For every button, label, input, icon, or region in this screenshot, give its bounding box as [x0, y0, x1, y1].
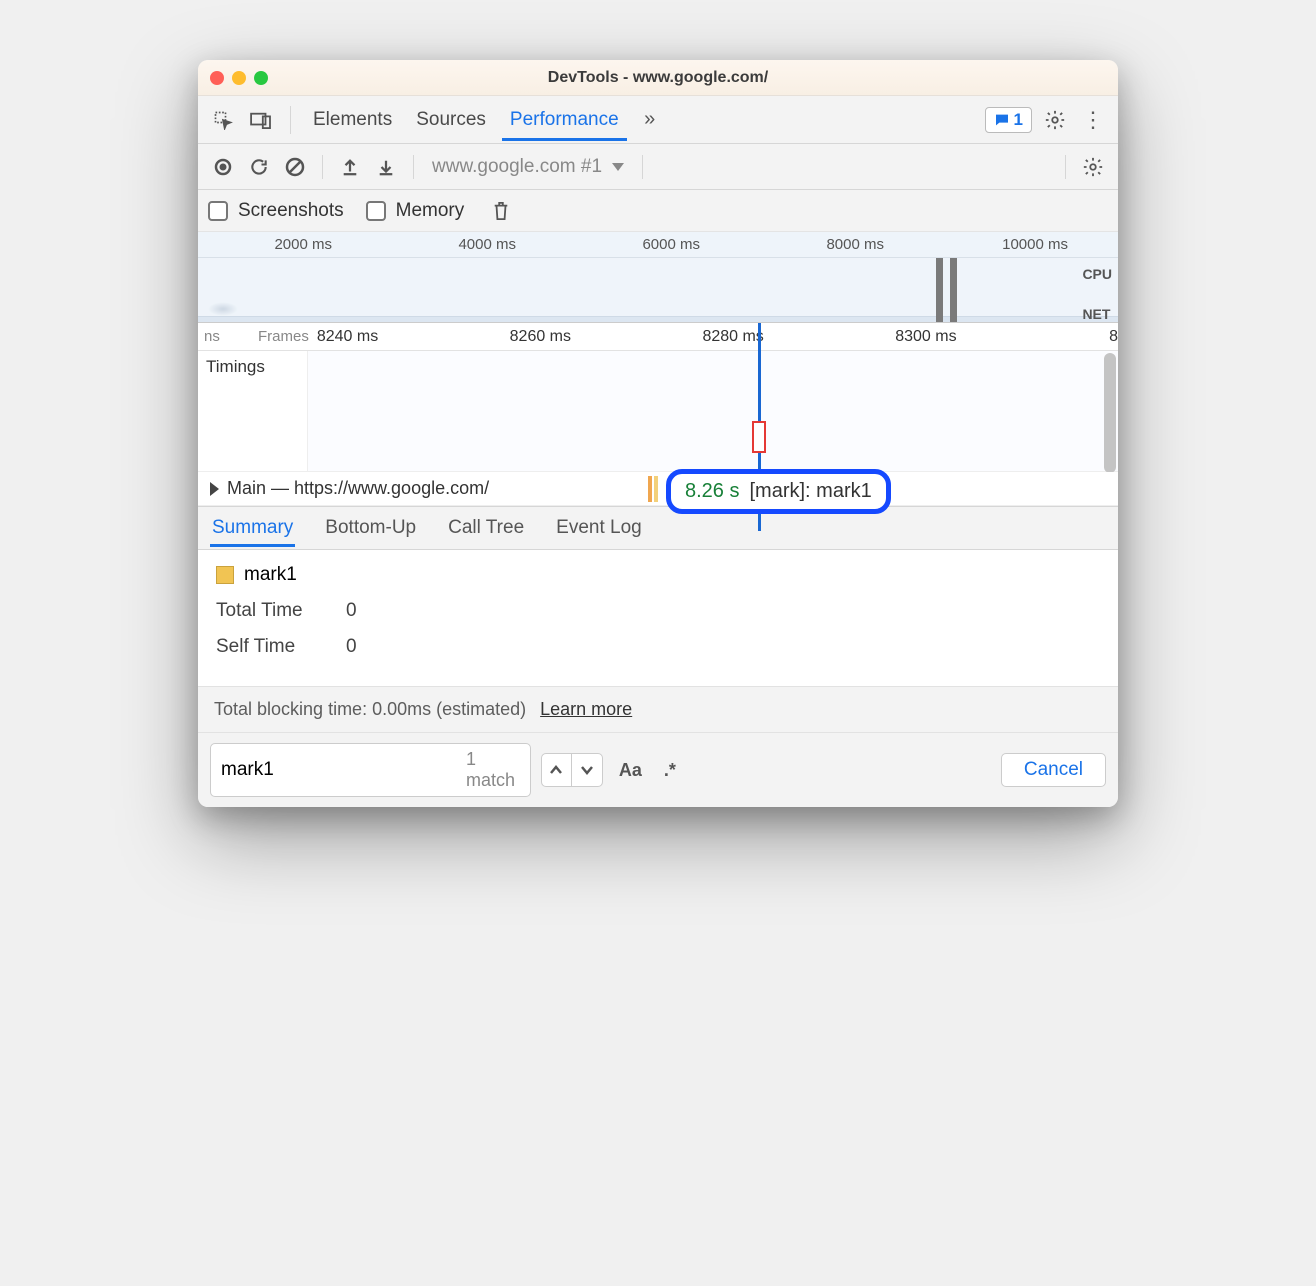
window-title: DevTools - www.google.com/	[198, 69, 1118, 87]
search-next-button[interactable]	[572, 754, 602, 786]
flame-chart[interactable]: Timings Main — https://www.google.com/ 8…	[198, 351, 1118, 506]
inspect-element-icon[interactable]	[208, 105, 238, 135]
tab-elements[interactable]: Elements	[305, 99, 400, 141]
search-field-wrapper: 1 match	[210, 743, 531, 797]
devtools-window: DevTools - www.google.com/ Elements Sour…	[198, 60, 1118, 807]
search-nav	[541, 753, 603, 787]
capture-options: Screenshots Memory	[198, 190, 1118, 232]
overview-net-label: NET	[1082, 306, 1112, 322]
reload-record-button[interactable]	[244, 152, 274, 182]
match-case-toggle[interactable]: Aa	[613, 756, 648, 785]
messages-count: 1	[1014, 110, 1023, 130]
event-color-swatch	[216, 566, 234, 584]
more-tabs-icon[interactable]: »	[635, 105, 665, 135]
tooltip-text: [mark]: mark1	[749, 480, 871, 503]
search-cancel-button[interactable]: Cancel	[1001, 753, 1106, 787]
learn-more-link[interactable]: Learn more	[540, 699, 632, 720]
kebab-menu-icon[interactable]: ⋮	[1078, 105, 1108, 135]
self-time-value: 0	[346, 636, 357, 658]
frames-label: Frames	[258, 328, 317, 345]
total-time-label: Total Time	[216, 600, 326, 622]
tab-call-tree[interactable]: Call Tree	[446, 509, 526, 547]
overview-cpu-label: CPU	[1082, 266, 1112, 282]
mark-tooltip: 8.26 s [mark]: mark1	[666, 469, 891, 514]
recording-select[interactable]: www.google.com #1	[426, 156, 630, 178]
recording-select-label: www.google.com #1	[432, 156, 602, 178]
device-toolbar-icon[interactable]	[246, 105, 276, 135]
search-input[interactable]	[221, 759, 466, 781]
blocking-text: Total blocking time: 0.00ms (estimated)	[214, 699, 526, 720]
details-tabs: Summary Bottom-Up Call Tree Event Log	[198, 506, 1118, 550]
chevron-down-icon	[612, 163, 624, 171]
expand-caret-icon[interactable]	[210, 482, 219, 496]
screenshots-checkbox[interactable]	[208, 201, 228, 221]
overview-ruler: 2000 ms 4000 ms 6000 ms 8000 ms 10000 ms	[198, 232, 1118, 258]
detail-ruler-left: ns	[198, 328, 258, 345]
record-button[interactable]	[208, 152, 238, 182]
total-time-value: 0	[346, 600, 357, 622]
settings-icon[interactable]	[1040, 105, 1070, 135]
garbage-collect-icon[interactable]	[486, 196, 516, 226]
titlebar: DevTools - www.google.com/	[198, 60, 1118, 96]
tab-event-log[interactable]: Event Log	[554, 509, 644, 547]
timings-track-label[interactable]: Timings	[198, 351, 308, 471]
match-count: 1 match	[466, 749, 520, 791]
memory-checkbox[interactable]	[366, 201, 386, 221]
load-profile-icon[interactable]	[335, 152, 365, 182]
memory-label: Memory	[396, 200, 465, 222]
event-name: mark1	[244, 564, 297, 586]
tab-summary[interactable]: Summary	[210, 509, 295, 547]
tab-sources[interactable]: Sources	[408, 99, 494, 141]
overview-timeline[interactable]: 2000 ms 4000 ms 6000 ms 8000 ms 10000 ms…	[198, 232, 1118, 323]
overview-handle-right[interactable]	[950, 258, 957, 322]
blocking-time-row: Total blocking time: 0.00ms (estimated) …	[198, 686, 1118, 732]
clear-button[interactable]	[280, 152, 310, 182]
messages-badge[interactable]: 1	[985, 107, 1032, 133]
main-tabs: Elements Sources Performance » 1 ⋮	[198, 96, 1118, 144]
search-bar: 1 match Aa .* Cancel	[198, 732, 1118, 807]
main-thread-label: Main — https://www.google.com/	[227, 478, 489, 499]
detail-ruler: ns Frames 8240 ms 8260 ms 8280 ms 8300 m…	[198, 323, 1118, 351]
search-prev-button[interactable]	[542, 754, 572, 786]
self-time-label: Self Time	[216, 636, 326, 658]
summary-panel: mark1 Total Time 0 Self Time 0	[198, 550, 1118, 686]
tab-bottom-up[interactable]: Bottom-Up	[323, 509, 418, 547]
save-profile-icon[interactable]	[371, 152, 401, 182]
scrollbar-thumb[interactable]	[1104, 353, 1116, 473]
main-thread-row[interactable]: Main — https://www.google.com/	[198, 472, 1118, 506]
overview-handle-left[interactable]	[936, 258, 943, 322]
capture-settings-icon[interactable]	[1078, 152, 1108, 182]
performance-toolbar: www.google.com #1	[198, 144, 1118, 190]
screenshots-label: Screenshots	[238, 200, 344, 222]
regex-toggle[interactable]: .*	[658, 756, 682, 785]
tooltip-time: 8.26 s	[685, 480, 739, 503]
tab-performance[interactable]: Performance	[502, 99, 627, 141]
timing-marker[interactable]	[752, 421, 766, 453]
